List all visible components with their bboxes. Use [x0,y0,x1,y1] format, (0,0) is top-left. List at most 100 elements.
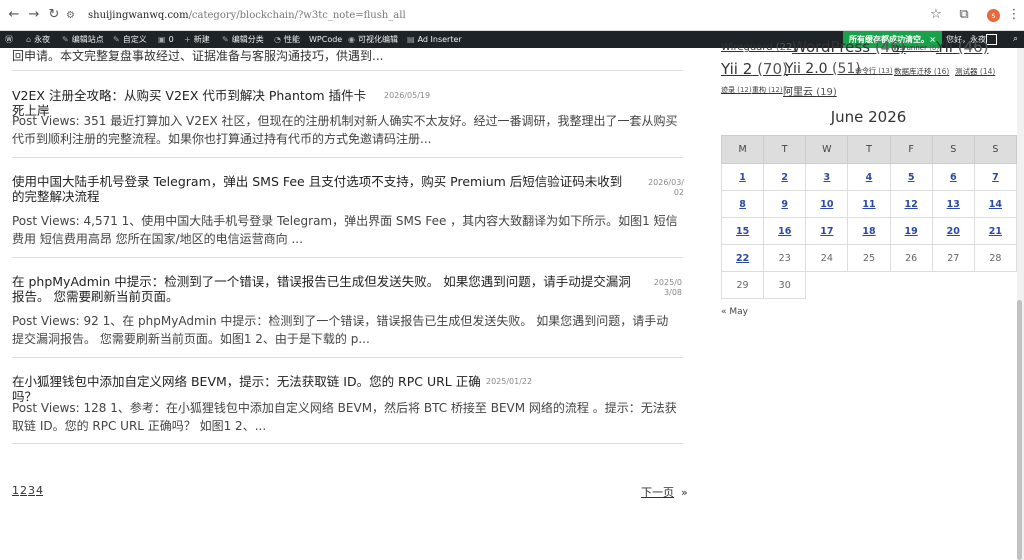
calendar-day-link[interactable]: 21 [989,226,1002,237]
calendar-day-link[interactable]: 20 [947,226,960,237]
tag-link[interactable]: WordPress (46) [792,38,906,56]
calendar-day-link[interactable]: 22 [736,253,749,264]
post-title[interactable]: 在 phpMyAdmin 中提示：检测到了一个错误，错误报告已生成但发送失败。 … [12,274,638,304]
calendar-weekday: F [889,135,933,164]
calendar-empty-cell [847,271,891,299]
adminbar-wpcode-label: WPCode [309,35,343,44]
calendar-day: 13 [931,190,975,218]
adminbar-site-label: 永夜 [34,35,51,44]
page-link[interactable]: 1 [12,484,19,497]
adminbar-wpcode[interactable]: WPCode [309,31,342,48]
page-scrollbar[interactable] [1017,48,1024,560]
post-title[interactable]: 使用中国大陆手机号登录 Telegram，弹出 SMS Fee 且支付选项不支持… [12,174,634,204]
calendar-week: 1 2 3 4 5 6 7 [720,163,1018,191]
calendar-day-link[interactable]: 17 [820,226,833,237]
calendar: MTWTFSS 1 2 3 4 5 6 7 8 9 10 11 12 13 14 15 16 17 18 19 20 2… [720,135,1018,299]
browser-toolbar: ← → ↻ ⚙ shuijingwanwq.com/category/blockc… [0,0,1024,31]
calendar-week: 8 9 10 11 12 13 14 [720,190,1018,218]
tag-link[interactable]: 阿里云 (19) [783,83,837,98]
adminbar-performance-label: 性能 [283,35,300,44]
tag-link[interactable]: 命令行 (13) [855,66,893,76]
adminbar-site-name[interactable]: ⌂ 永夜 [26,31,50,48]
tag-link[interactable]: Wsrunner (6) [893,44,939,52]
calendar-day: 30 [763,271,807,299]
calendar-day-link[interactable]: 1 [739,172,746,183]
tag-link[interactable]: 数据库迁移 (16) [894,66,949,77]
edit-icon: ✎ [222,35,229,44]
calendar-day-link[interactable]: 3 [824,172,831,183]
calendar-day-link[interactable]: 4 [866,172,873,183]
browser-menu-icon[interactable]: ⋮ [1004,5,1024,25]
next-page-label: 下一页 [641,486,674,499]
calendar-day: 10 [805,190,849,218]
next-arrow-icon: » [681,486,688,499]
post-excerpt: Post Views: 4,571 1、使用中国大陆手机号登录 Telegram… [12,214,678,246]
calendar-day: 19 [889,217,933,245]
calendar-day-link[interactable]: 13 [947,199,960,210]
divider [12,157,683,158]
address-bar[interactable]: ⚙ shuijingwanwq.com/category/blockchain/?… [66,4,916,27]
page-link[interactable]: 4 [36,484,43,497]
adminbar-ad-inserter[interactable]: ▤ Ad Inserter [407,31,462,48]
extensions-icon[interactable]: ⧉ [954,5,974,25]
calendar-day: 16 [763,217,807,245]
back-icon[interactable]: ← [4,5,24,25]
tag-link[interactable]: Wireguard (22) [721,42,796,53]
site-info-icon[interactable]: ⚙ [66,4,80,27]
adminbar-edit-category[interactable]: ✎ 编辑分类 [222,31,264,48]
adminbar-new[interactable]: + 新建 [184,31,210,48]
calendar-day-link[interactable]: 5 [908,172,915,183]
bookmark-star-icon[interactable]: ☆ [926,5,946,25]
adminbar-edit-category-label: 编辑分类 [231,35,264,44]
calendar-day-link[interactable]: 12 [905,199,918,210]
calendar-day: 3 [805,163,849,191]
calendar-day: 11 [847,190,891,218]
tag-link[interactable]: 迹录 (12) [721,85,752,95]
calendar-day-link[interactable]: 10 [820,199,833,210]
page-link[interactable]: 2 [20,484,27,497]
adminbar-edit-site[interactable]: ✎ 编辑站点 [62,31,104,48]
calendar-day-link[interactable]: 16 [778,226,791,237]
adminbar-customize[interactable]: ✎ 自定义 [113,31,147,48]
page-link[interactable]: 3 [28,484,35,497]
ad-inserter-icon: ▤ [407,35,415,44]
calendar-day-link[interactable]: 14 [989,199,1002,210]
calendar-day: 18 [847,217,891,245]
calendar-day-link[interactable]: 15 [736,226,749,237]
adminbar-ad-inserter-label: Ad Inserter [417,35,462,44]
wp-logo-icon[interactable]: Ⓦ [5,31,13,48]
tag-link[interactable]: Yii (46) [936,38,989,56]
divider [12,70,683,71]
calendar-day-link[interactable]: 19 [905,226,918,237]
calendar-day-link[interactable]: 6 [950,172,957,183]
calendar-day-link[interactable]: 9 [781,199,788,210]
adminbar-comments[interactable]: ▣ 0 [158,31,174,48]
calendar-day-link[interactable]: 11 [862,199,875,210]
calendar-prev-month-link[interactable]: « May [721,307,748,317]
scrollbar-thumb[interactable] [1017,300,1022,560]
tag-link[interactable]: 测试器 (14) [955,66,995,77]
adminbar-search-icon[interactable]: ⌕ [1013,31,1018,48]
calendar-day: 2 [763,163,807,191]
calendar-week: 22 23 24 25 26 27 28 [720,244,1018,272]
reload-icon[interactable]: ↻ [44,5,64,25]
url-host: shuijingwanwq.com [88,10,189,21]
calendar-day-link[interactable]: 18 [862,226,875,237]
tag-link[interactable]: 重构 (12) [752,85,783,95]
calendar-weekday: S [973,135,1018,164]
next-page-link[interactable]: 下一页 » [641,484,688,500]
calendar-day: 20 [931,217,975,245]
adminbar-visual-editor[interactable]: ◉ 可视化编辑 [348,31,398,48]
tag-link[interactable]: Yii 2 (70) [721,60,788,78]
calendar-day-link[interactable]: 2 [781,172,788,183]
tag-link[interactable]: Yii 2.0 (51) [785,61,861,77]
calendar-day-link[interactable]: 8 [739,199,746,210]
calendar-week: 29 30 [720,271,1017,299]
adminbar-performance[interactable]: ◔ 性能 [274,31,300,48]
calendar-day: 6 [931,163,975,191]
post-date: 2026/03/02 [648,178,684,197]
calendar-day-link[interactable]: 7 [992,172,999,183]
forward-icon[interactable]: → [24,5,44,25]
calendar-day: 15 [720,217,765,245]
profile-avatar[interactable]: s [987,9,1000,22]
